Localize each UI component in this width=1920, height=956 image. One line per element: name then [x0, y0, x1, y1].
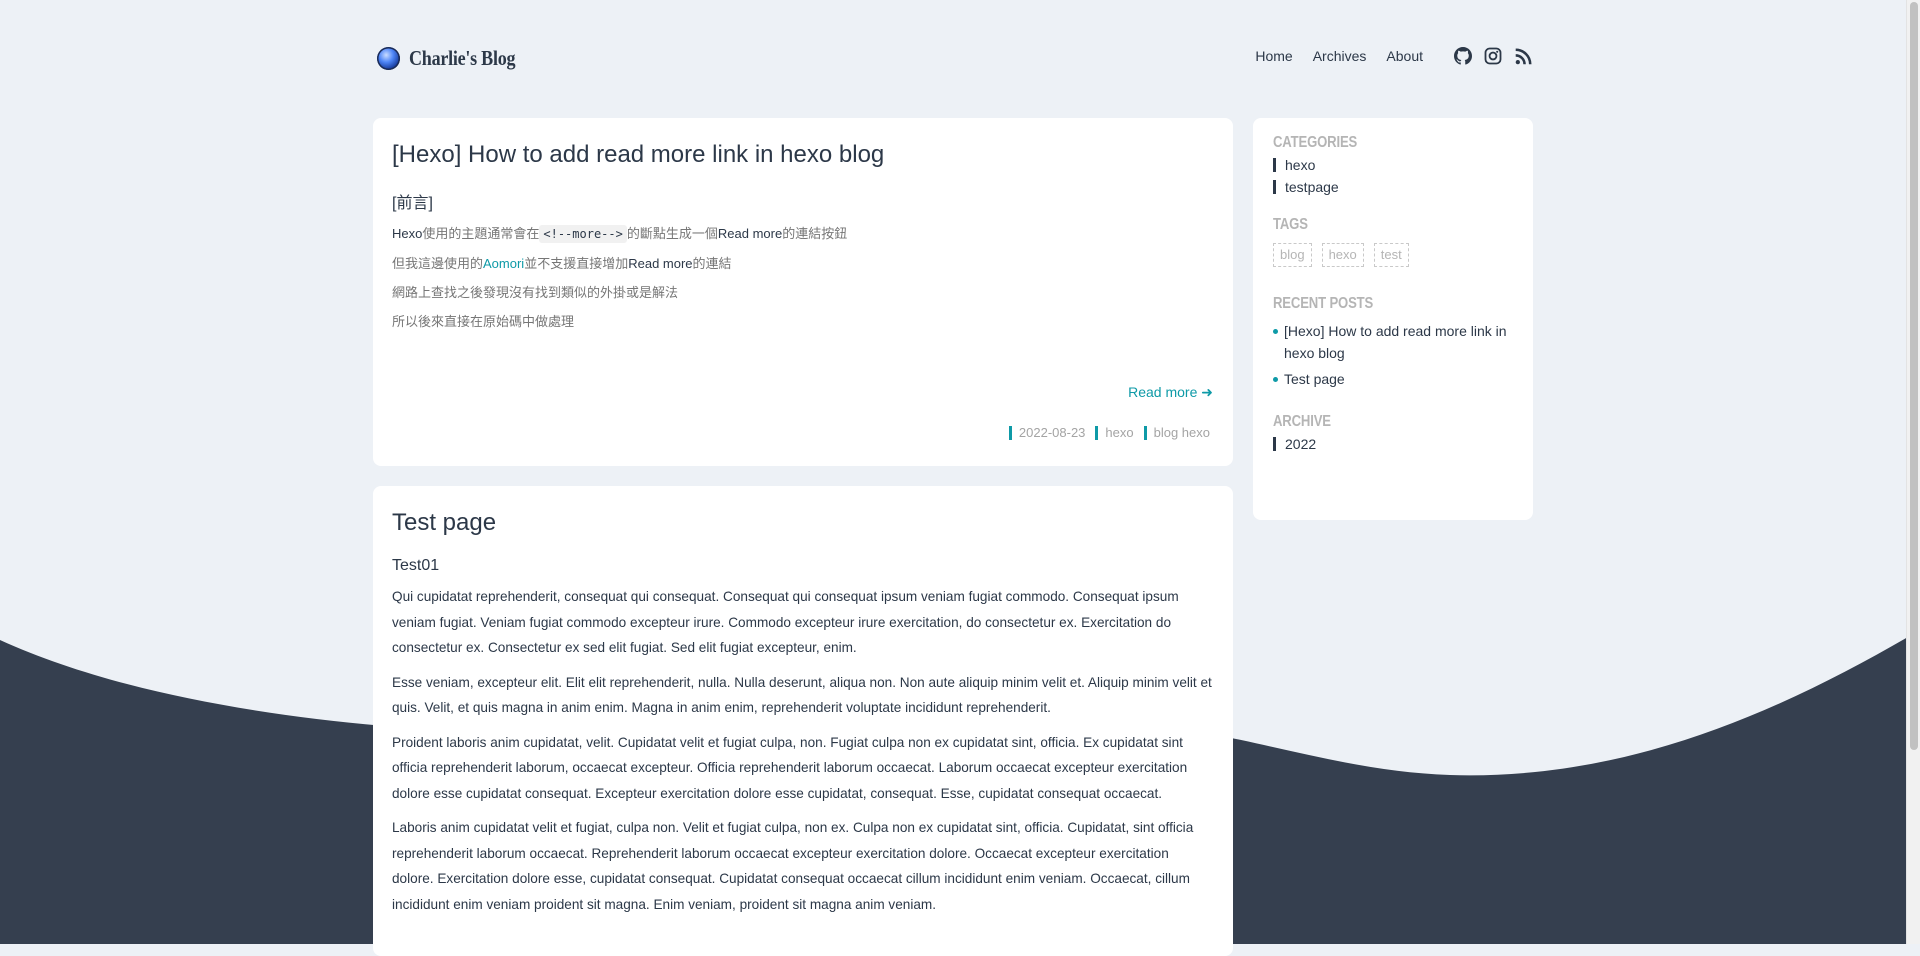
nav-archives[interactable]: Archives: [1313, 48, 1367, 64]
tag-item[interactable]: blog: [1273, 243, 1312, 267]
rss-icon[interactable]: [1513, 46, 1533, 66]
github-icon[interactable]: [1453, 46, 1473, 66]
post-title[interactable]: Test page: [392, 509, 1214, 537]
logo-orb-icon: [377, 47, 400, 70]
social-links: [1453, 46, 1533, 66]
post-date: 2022-08-23: [1008, 426, 1085, 440]
post-card-test: Test page Test01 Qui cupidatat reprehend…: [373, 486, 1233, 956]
main-nav: Home Archives About: [1255, 46, 1533, 66]
tags-title: TAGS: [1273, 216, 1308, 233]
post-subheading: Test01: [392, 557, 440, 574]
scrollbar-thumb[interactable]: [1910, 2, 1918, 750]
post-paragraph: Esse veniam, excepteur elit. Elit elit r…: [392, 674, 1212, 716]
post-paragraph: 所以後來直接在原始碼中做處理: [392, 314, 575, 329]
archive-item[interactable]: 2022: [1273, 436, 1513, 451]
category-item[interactable]: hexo: [1273, 158, 1513, 172]
post-category[interactable]: hexo: [1095, 426, 1134, 440]
read-more-link[interactable]: Read more ➜: [1128, 384, 1213, 401]
tag-item[interactable]: hexo: [1321, 243, 1364, 267]
post-card-hexo: [Hexo] How to add read more link in hexo…: [373, 118, 1233, 466]
archive-list: 2022: [1273, 436, 1513, 451]
recent-post-item[interactable]: Test page: [1273, 369, 1513, 391]
categories-title: CATEGORIES: [1273, 134, 1358, 151]
categories-list: hexo testpage: [1273, 158, 1513, 194]
site-title[interactable]: Charlie's Blog: [409, 46, 516, 71]
post-title[interactable]: [Hexo] How to add read more link in hexo…: [392, 141, 1214, 169]
tag-item[interactable]: test: [1373, 243, 1409, 267]
recent-posts-title: RECENT POSTS: [1273, 295, 1374, 312]
recent-posts-list: [Hexo] How to add read more link in hexo…: [1273, 321, 1513, 391]
instagram-icon[interactable]: [1483, 46, 1503, 66]
tag-cloud: blog hexo test: [1273, 243, 1513, 267]
post-paragraph: 但我這邊使用的Aomori並不支援直接增加Read more的連結: [392, 256, 732, 271]
post-paragraph: 網路上查找之後發現沒有找到類似的外掛或是解法: [392, 285, 679, 300]
category-item[interactable]: testpage: [1273, 180, 1513, 194]
nav-home[interactable]: Home: [1255, 48, 1292, 64]
site-logo[interactable]: Charlie's Blog: [377, 46, 533, 71]
archive-title: ARCHIVE: [1273, 412, 1331, 430]
nav-about[interactable]: About: [1386, 48, 1423, 64]
post-paragraph: Qui cupidatat reprehenderit, consequat q…: [392, 589, 1179, 655]
inline-code: <!--more-->: [539, 225, 627, 243]
post-meta: 2022-08-23 hexo blog hexo: [1008, 426, 1210, 440]
sidebar: CATEGORIES hexo testpage TAGS blog hexo …: [1253, 118, 1533, 520]
post-subheading: [前言]: [392, 195, 433, 212]
aomori-link[interactable]: Aomori: [483, 256, 524, 271]
post-paragraph: Proident laboris anim cupidatat, velit. …: [392, 734, 1188, 801]
post-paragraph: Laboris anim cupidatat velit et fugiat, …: [392, 820, 1194, 912]
site-header: Charlie's Blog Home Archives About: [373, 42, 1533, 76]
recent-post-item[interactable]: [Hexo] How to add read more link in hexo…: [1273, 321, 1513, 364]
post-tags[interactable]: blog hexo: [1143, 426, 1210, 440]
post-paragraph: Hexo使用的主題通常會在 <!--more--> 的斷點生成一個Read more…: [392, 225, 848, 243]
scrollbar[interactable]: [1906, 0, 1920, 944]
